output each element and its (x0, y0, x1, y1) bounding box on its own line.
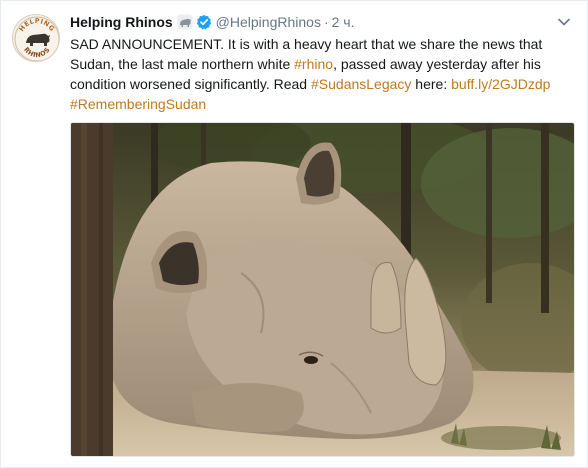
author-handle[interactable]: @HelpingRhinos (216, 14, 321, 30)
tweet-text-segment: here: (411, 76, 452, 92)
tweet-header: Helping Rhinos @HelpingRhinos · 2 ч. (70, 12, 354, 32)
verified-badge-icon (196, 14, 212, 30)
tweet-text-line: Sudan, the last male northern white #rhi… (70, 54, 570, 74)
hashtag-link[interactable]: #RememberingSudan (70, 96, 206, 112)
tweet-text-line: condition worsened significantly. Read #… (70, 74, 570, 94)
helping-rhinos-logo: HELPING RHINOS (14, 16, 59, 61)
tweet-text-segment: condition worsened significantly. Read (70, 76, 311, 92)
tweet-text-segment: Sudan, the last male northern white (70, 56, 295, 72)
tweet-photo[interactable] (70, 122, 575, 457)
tweet-text: SAD ANNOUNCEMENT. It is with a heavy hea… (70, 34, 570, 114)
hashtag-link[interactable]: #SudansLegacy (311, 76, 411, 92)
author-name[interactable]: Helping Rhinos (70, 14, 173, 30)
tweet-text-segment: , passed away yesterday after his (333, 56, 541, 72)
tweet-text-segment: SAD ANNOUNCEMENT. It is with a heavy hea… (70, 36, 543, 52)
separator-dot: · (323, 14, 329, 30)
hashtag-link[interactable]: #rhino (294, 56, 333, 72)
chevron-down-icon[interactable] (557, 15, 571, 29)
tweet-card[interactable]: HELPING RHINOS Helping Rhinos @HelpingRh… (0, 0, 588, 468)
tweet-text-line: #RememberingSudan (70, 94, 570, 114)
tweet-timestamp[interactable]: 2 ч. (332, 14, 355, 30)
rhino-photo (71, 123, 574, 456)
avatar[interactable]: HELPING RHINOS (12, 14, 60, 62)
url-link[interactable]: buff.ly/2GJDzdp (451, 76, 550, 92)
tweet-text-line: SAD ANNOUNCEMENT. It is with a heavy hea… (70, 34, 570, 54)
rhino-emoji-icon (177, 14, 193, 30)
